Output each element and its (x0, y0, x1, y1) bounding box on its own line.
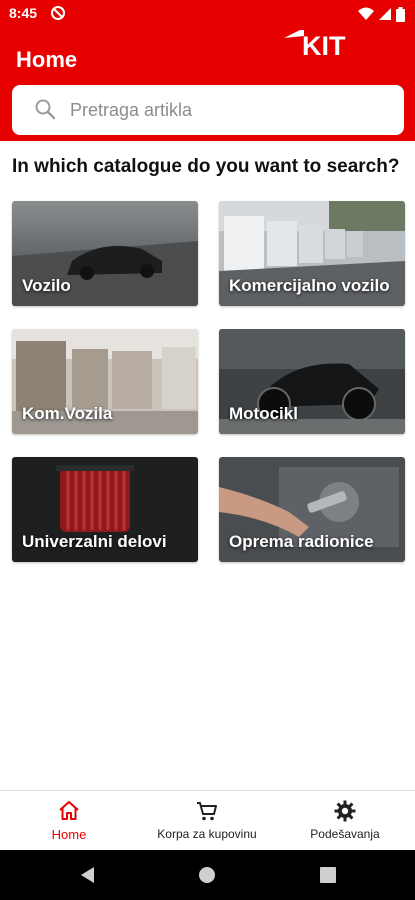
status-bar: 8:45 (0, 0, 415, 28)
nav-home[interactable]: Home (0, 791, 138, 851)
home-button-icon[interactable] (197, 865, 217, 885)
tile-label: Komercijalno vozilo (229, 276, 390, 295)
tile-label: Oprema radionice (229, 532, 374, 551)
search-icon (35, 99, 56, 120)
search-placeholder: Pretraga artikla (70, 100, 193, 120)
nav-label: Home (51, 827, 87, 842)
nav-settings[interactable]: Podešavanja (276, 791, 414, 851)
catalogue-tile-motocikl[interactable]: Motocikl (219, 329, 405, 434)
search-input[interactable]: Pretraga artikla (12, 85, 404, 135)
tile-label: Vozilo (22, 276, 71, 295)
nav-label: Korpa za kupovinu (157, 827, 257, 841)
system-navigation-bar (0, 850, 415, 900)
catalogue-tile-oprema-radionice[interactable]: Oprema radionice (219, 457, 405, 562)
wifi-icon (358, 7, 374, 20)
catalogue-heading: In which catalogue do you want to search… (12, 156, 400, 177)
home-icon (59, 801, 79, 820)
tile-label: Univerzalni delovi (22, 532, 167, 551)
catalogue-tile-vozilo[interactable]: Vozilo (12, 201, 198, 306)
nav-cart[interactable]: Korpa za kupovinu (138, 791, 276, 851)
signal-icon (379, 8, 391, 20)
cart-icon (197, 802, 217, 821)
battery-icon (396, 6, 405, 22)
recents-icon[interactable] (318, 865, 338, 885)
app-header: Home KIT Pretraga artikla (0, 28, 415, 141)
tile-label: Kom.Vozila (22, 404, 113, 423)
tile-label: Motocikl (229, 404, 298, 423)
catalogue-tile-komercijalno-vozilo[interactable]: Komercijalno vozilo (219, 201, 405, 306)
status-icons (358, 6, 405, 22)
back-icon[interactable] (78, 865, 98, 885)
status-time: 8:45 (9, 5, 38, 21)
gear-icon (334, 800, 356, 822)
kit-logo: KIT (284, 30, 346, 57)
do-not-disturb-icon (51, 6, 65, 20)
nav-label: Podešavanja (310, 827, 380, 841)
page-title: Home (16, 47, 78, 72)
catalogue-tile-kom-vozila[interactable]: Kom.Vozila (12, 329, 198, 434)
bottom-navigation: Home Korpa za kupovinu Podešavanja (0, 790, 415, 850)
brand-name: KIT (302, 31, 346, 57)
catalogue-tile-univerzalni-delovi[interactable]: Univerzalni delovi (12, 457, 198, 562)
